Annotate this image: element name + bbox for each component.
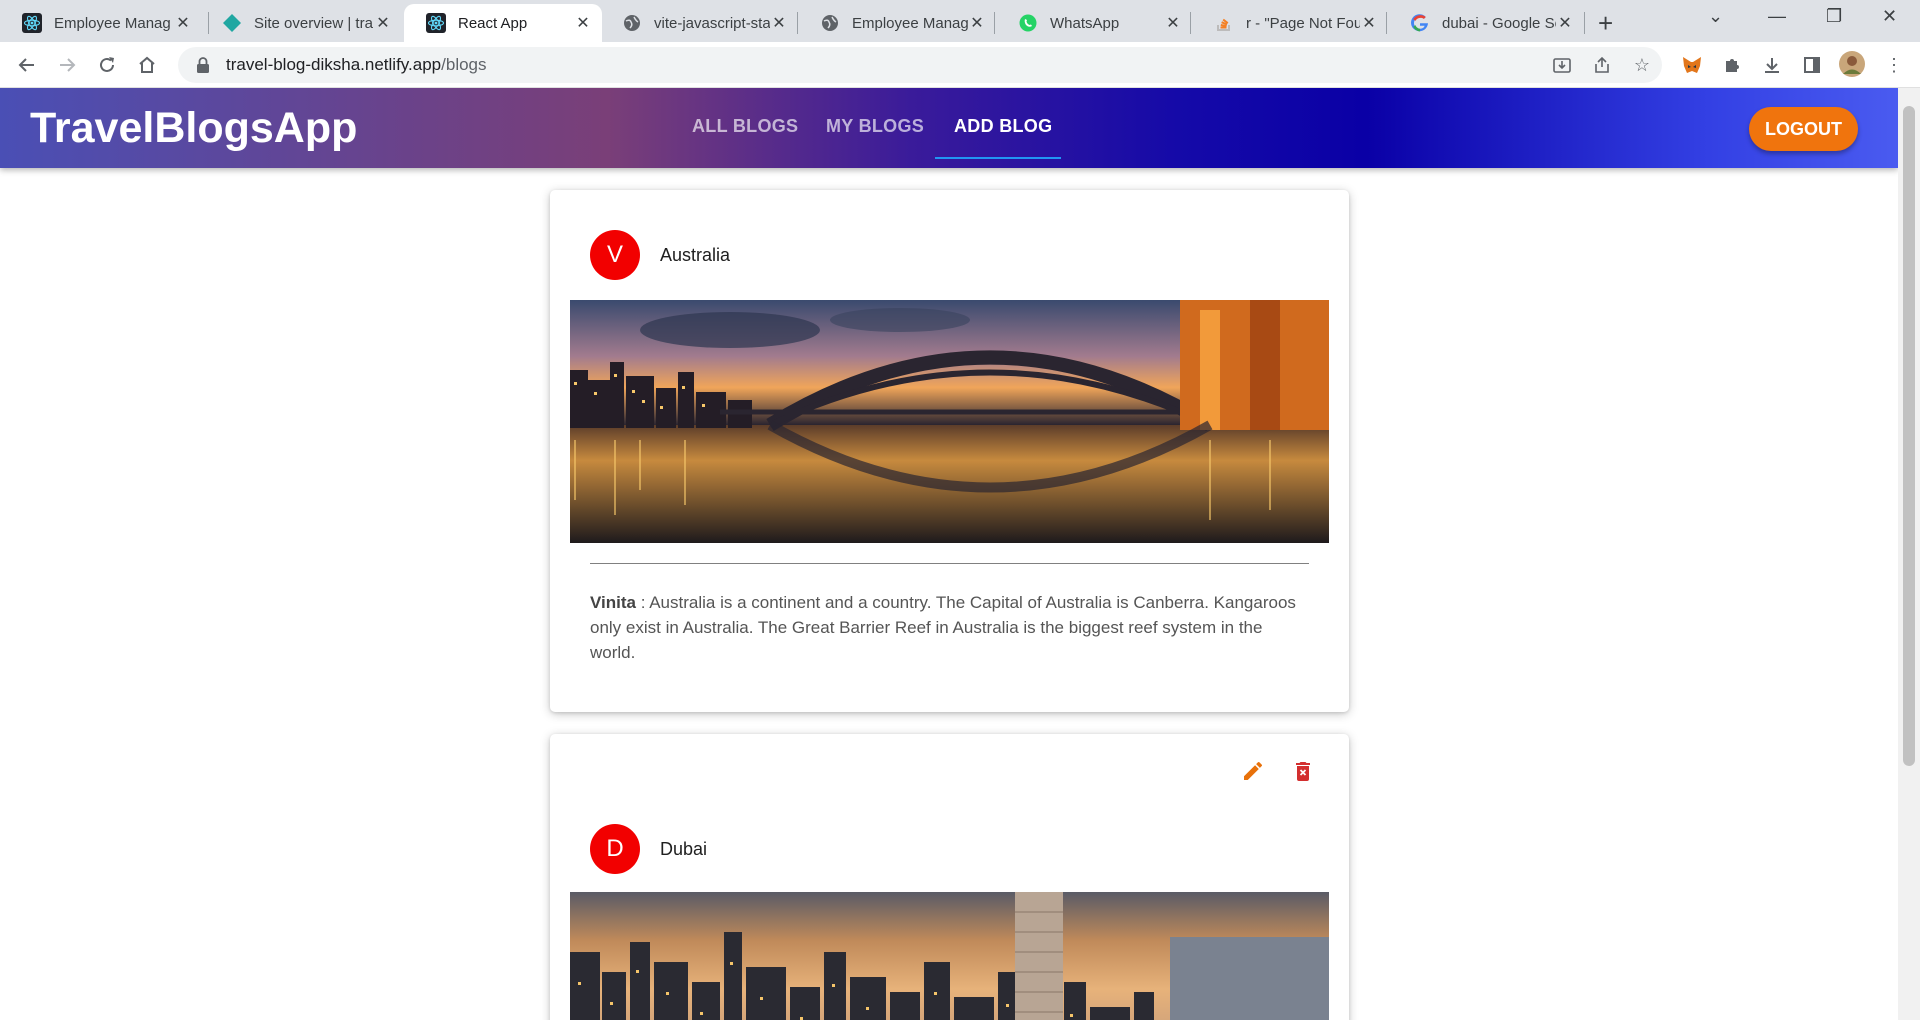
blog-text: Australia is a continent and a country. … — [590, 593, 1296, 662]
browser-tab-strip: Employee Manag ✕ Site overview | tra ✕ R… — [0, 0, 1920, 42]
google-icon — [1410, 13, 1430, 33]
side-panel-icon[interactable] — [1800, 53, 1824, 77]
new-tab-button[interactable]: + — [1598, 8, 1613, 39]
blog-card: D Dubai — [550, 734, 1349, 1020]
close-icon[interactable]: ✕ — [968, 13, 986, 33]
tab-title: Site overview | tra — [254, 14, 373, 32]
download-icon[interactable] — [1760, 53, 1784, 77]
browser-tab[interactable]: WhatsApp ✕ — [996, 4, 1192, 42]
menu-icon[interactable]: ⋮ — [1882, 53, 1906, 77]
minimize-icon[interactable]: — — [1768, 6, 1786, 27]
lock-icon — [196, 57, 210, 73]
card-divider — [590, 563, 1309, 564]
author-separator: : — [635, 593, 650, 612]
browser-tab[interactable]: Employee Manag ✕ — [798, 4, 996, 42]
back-icon[interactable] — [12, 50, 42, 80]
star-icon[interactable]: ☆ — [1630, 53, 1654, 77]
extensions-icon[interactable] — [1720, 53, 1744, 77]
author-avatar: D — [590, 824, 640, 874]
browser-tab-active[interactable]: React App ✕ — [404, 4, 602, 42]
blog-card: V Australia Vinita: Australia is a cont… — [550, 190, 1349, 712]
url-path: /blogs — [441, 55, 487, 74]
tab-search-icon[interactable]: ⌄ — [1708, 6, 1723, 27]
metamask-icon[interactable] — [1680, 53, 1704, 77]
url-host: travel-blog-diksha.netlify.app — [226, 55, 442, 74]
browser-tab[interactable]: Employee Manag ✕ — [0, 4, 202, 42]
close-icon[interactable]: ✕ — [1556, 13, 1574, 33]
blog-image — [570, 300, 1329, 543]
globe-icon — [622, 13, 642, 33]
reload-icon[interactable] — [92, 50, 122, 80]
browser-tab[interactable]: Site overview | tra ✕ — [200, 4, 402, 42]
browser-tab[interactable]: vite-javascript-sta ✕ — [600, 4, 798, 42]
author-name: Vinita — [590, 593, 636, 612]
page-scrollbar[interactable] — [1898, 88, 1920, 1020]
close-icon[interactable]: ✕ — [1164, 13, 1182, 33]
nav-my-blogs[interactable]: MY BLOGS — [826, 116, 924, 137]
browser-tab[interactable]: dubai - Google Se ✕ — [1388, 4, 1584, 42]
logout-button[interactable]: LOGOUT — [1749, 107, 1858, 151]
app-header: TravelBlogsApp ALL BLOGS MY BLOGS ADD BL… — [0, 88, 1898, 168]
stackoverflow-icon — [1214, 13, 1234, 33]
close-icon[interactable]: ✕ — [174, 13, 192, 33]
nav-add-blog[interactable]: ADD BLOG — [954, 116, 1052, 137]
page-viewport: TravelBlogsApp ALL BLOGS MY BLOGS ADD BL… — [0, 88, 1898, 1020]
browser-tab[interactable]: r - "Page Not Fou ✕ — [1192, 4, 1388, 42]
tab-title: WhatsApp — [1050, 14, 1120, 32]
restore-icon[interactable]: ❐ — [1826, 6, 1842, 27]
nav-tab-indicator — [935, 157, 1061, 159]
react-icon — [22, 13, 42, 33]
tab-separator — [1386, 12, 1387, 34]
blog-description: Vinita : Australia is a continent and a … — [590, 590, 1309, 665]
tab-title: Employee Manag — [54, 14, 171, 32]
tab-separator — [994, 12, 995, 34]
close-icon[interactable]: ✕ — [374, 13, 392, 33]
nav-all-blogs[interactable]: ALL BLOGS — [692, 116, 798, 137]
address-bar[interactable]: travel-blog-diksha.netlify.app/blogs — [178, 47, 1662, 83]
share-icon[interactable] — [1590, 53, 1614, 77]
tab-title: dubai - Google Se — [1442, 14, 1556, 32]
profile-avatar[interactable] — [1838, 50, 1866, 78]
forward-icon[interactable] — [52, 50, 82, 80]
blog-title: Australia — [660, 245, 731, 265]
close-window-icon[interactable]: ✕ — [1882, 6, 1897, 27]
whatsapp-icon — [1018, 13, 1038, 33]
react-icon — [426, 13, 446, 33]
tab-title: vite-javascript-sta — [654, 14, 770, 32]
blog-image — [570, 892, 1329, 1020]
tab-title: Employee Manag — [852, 14, 968, 32]
edit-icon[interactable] — [1238, 756, 1268, 786]
close-icon[interactable]: ✕ — [1360, 13, 1378, 33]
globe-icon — [820, 13, 840, 33]
tab-title: r - "Page Not Fou — [1246, 14, 1360, 32]
browser-toolbar: travel-blog-diksha.netlify.app/blogs ☆ ⋮ — [0, 42, 1920, 88]
delete-icon[interactable] — [1288, 756, 1318, 786]
install-icon[interactable] — [1550, 53, 1574, 77]
close-icon[interactable]: ✕ — [574, 13, 592, 33]
tab-title: React App — [458, 14, 528, 32]
blog-title: Dubai — [660, 839, 708, 859]
netlify-icon — [222, 13, 242, 33]
author-avatar: V — [590, 230, 640, 280]
home-icon[interactable] — [132, 50, 162, 80]
brand-title: TravelBlogsApp — [30, 104, 358, 152]
tab-separator — [1190, 12, 1191, 34]
close-icon[interactable]: ✕ — [770, 13, 788, 33]
tab-separator — [1584, 12, 1585, 34]
scrollbar-thumb[interactable] — [1903, 106, 1915, 766]
